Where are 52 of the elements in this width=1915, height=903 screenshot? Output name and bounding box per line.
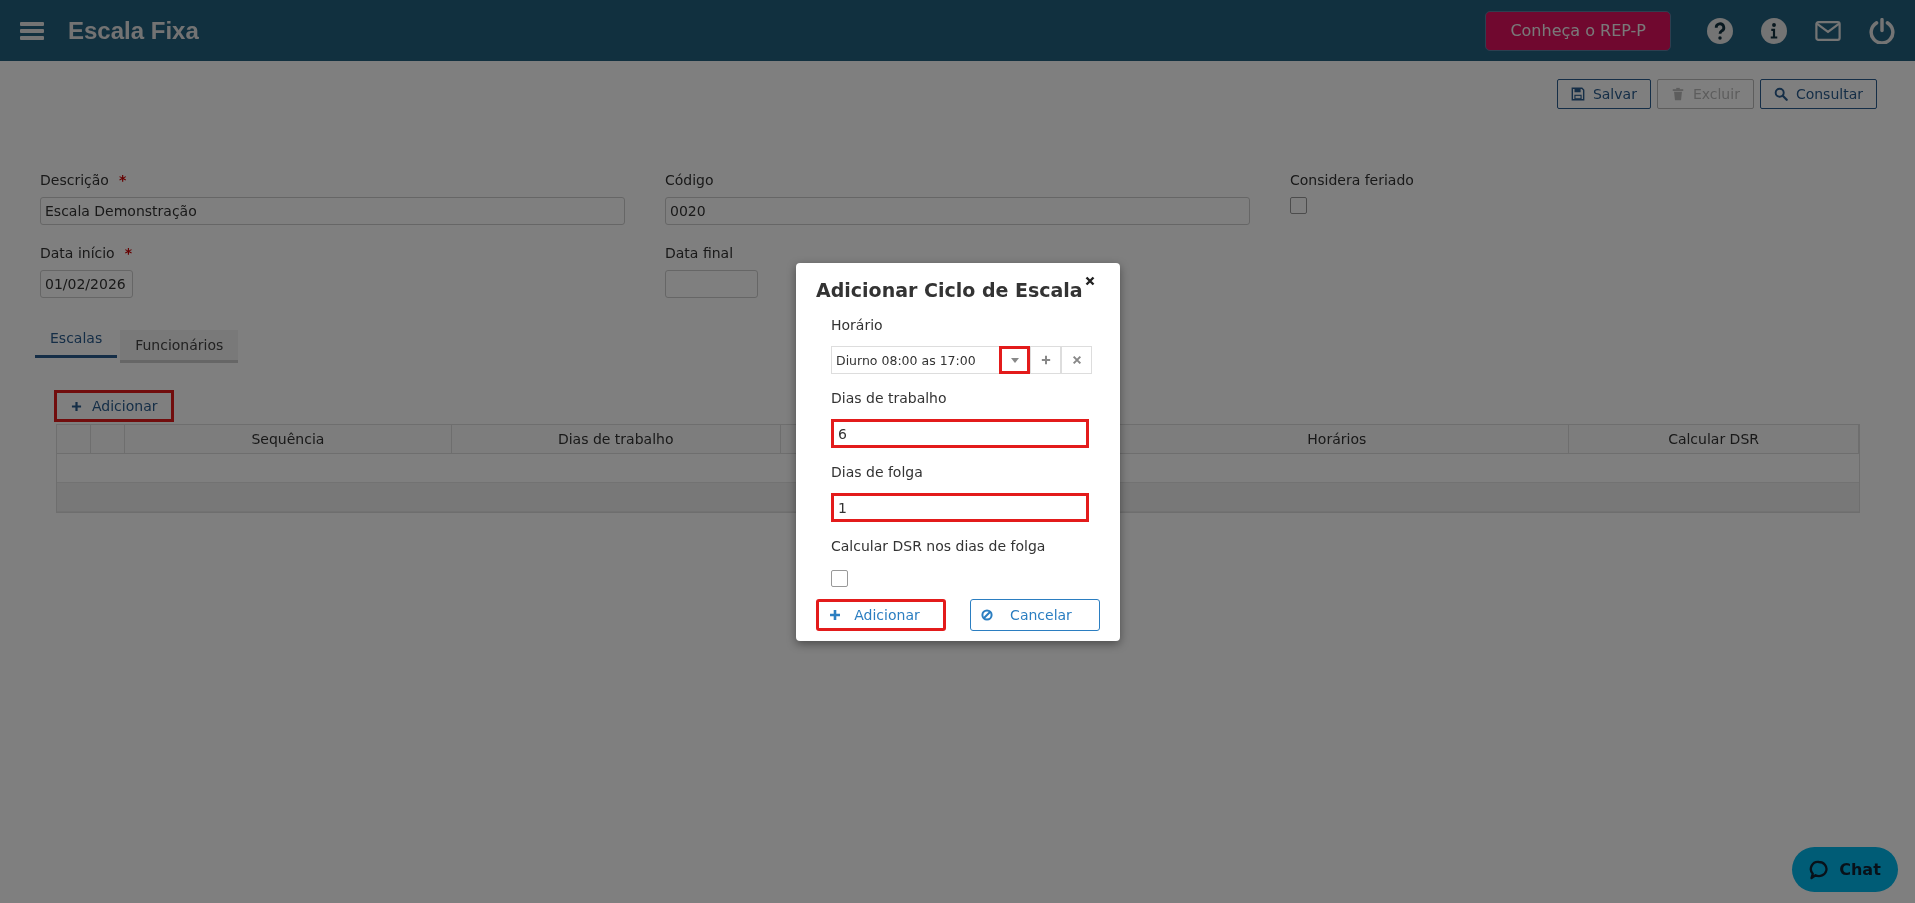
add-button[interactable]: Adicionar <box>54 390 175 422</box>
field-label: Dias de folga <box>831 464 924 482</box>
save-icon <box>1570 87 1585 101</box>
number-field[interactable]: 1 <box>831 493 1089 522</box>
close-icon <box>1071 355 1082 365</box>
column-header: Sequência <box>125 425 452 454</box>
dropdown-button[interactable] <box>999 346 1030 374</box>
plus-icon <box>1040 355 1051 365</box>
add-button[interactable]: Adicionar <box>816 599 946 631</box>
required-asterisk: * <box>118 172 127 190</box>
trash-icon <box>1670 87 1685 101</box>
close-icon[interactable] <box>1085 276 1095 286</box>
dialog-title: Adicionar Ciclo de Escala <box>816 279 1083 301</box>
page-title: Escala Fixa <box>68 16 199 45</box>
plus-icon <box>71 400 82 412</box>
tab[interactable]: Funcionários <box>120 330 239 363</box>
column-header: Calcular DSR <box>1569 425 1859 454</box>
speech-bubble-icon <box>1809 859 1830 880</box>
cancel-button[interactable]: Cancelar <box>970 599 1100 631</box>
chat-button[interactable]: Chat <box>1792 847 1898 892</box>
text-field[interactable]: Escala Demonstração <box>40 197 625 225</box>
menu-icon[interactable] <box>20 20 44 41</box>
help-icon[interactable] <box>1707 17 1733 44</box>
field-label: Considera feriado <box>1290 172 1414 190</box>
checkbox[interactable] <box>831 570 848 587</box>
add-button[interactable] <box>1030 346 1061 374</box>
caret-icon <box>1010 357 1019 363</box>
plus-icon <box>829 609 841 621</box>
tab[interactable]: Escalas <box>35 330 118 358</box>
search-button[interactable]: Consultar <box>1759 79 1877 109</box>
select-field[interactable]: Diurno 08:00 as 17:00 <box>831 346 999 374</box>
save-button[interactable]: Salvar <box>1556 79 1651 109</box>
info-icon[interactable] <box>1761 17 1787 44</box>
ban-icon <box>981 609 993 621</box>
clear-button[interactable] <box>1061 346 1092 374</box>
field-label: Data início <box>40 245 115 263</box>
required-asterisk: * <box>124 245 132 263</box>
power-icon[interactable] <box>1869 17 1895 44</box>
date-field[interactable] <box>665 270 758 298</box>
field-label: Código <box>665 172 714 190</box>
field-label: Horário <box>831 317 884 335</box>
field-label: Dias de trabalho <box>831 390 948 408</box>
search-icon <box>1773 87 1788 101</box>
promo-button[interactable]: Conheça o REP-P <box>1485 10 1671 51</box>
field-label: Descrição <box>40 172 109 190</box>
column-header: Dias de trabalho <box>451 425 781 454</box>
field-label: Calcular DSR nos dias de folga <box>831 538 1047 556</box>
text-field[interactable]: 0020 <box>665 197 1250 225</box>
checkbox[interactable] <box>1290 197 1307 214</box>
number-field[interactable]: 6 <box>831 419 1089 448</box>
field-label: Data final <box>665 245 734 263</box>
date-field[interactable]: 01/02/2026 <box>40 270 133 298</box>
